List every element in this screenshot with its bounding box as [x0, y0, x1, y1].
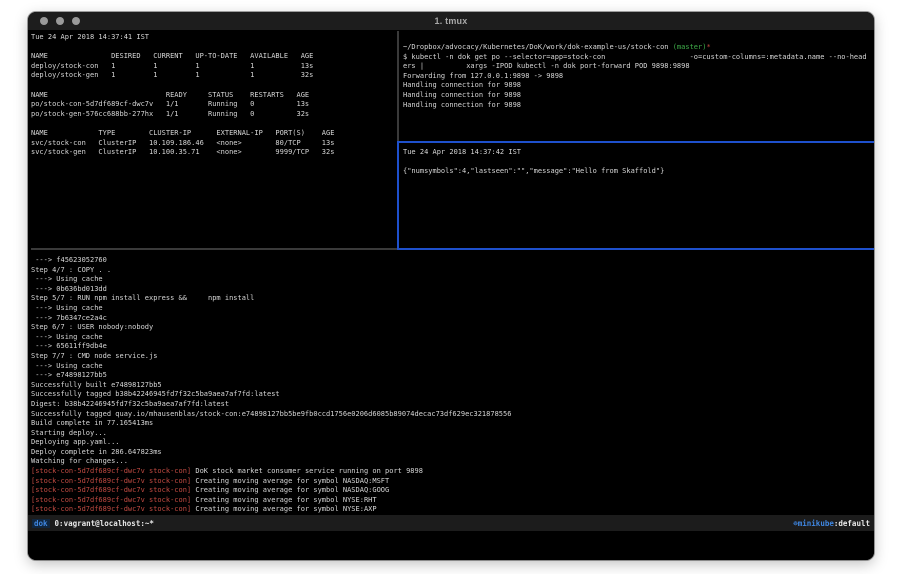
terminal-line: Tue 24 Apr 2018 14:37:42 IST	[403, 148, 872, 158]
terminal-line	[403, 158, 872, 168]
pane-divider-horizontal-inactive	[31, 248, 397, 250]
pane-divider-vertical-active	[397, 141, 399, 250]
close-button-icon[interactable]	[40, 17, 48, 25]
terminal-line: Step 5/7 : RUN npm install express && np…	[31, 294, 871, 304]
terminal-line: ---> f45623052760	[31, 256, 871, 266]
terminal-line: deploy/stock-gen 1 1 1 1 32s	[31, 71, 395, 81]
terminal-line: ---> e74898127bb5	[31, 371, 871, 381]
kube-context: minikube	[798, 519, 834, 528]
terminal-line: Successfully tagged quay.io/mhausenblas/…	[31, 410, 871, 420]
terminal-line: ---> Using cache	[31, 362, 871, 372]
terminal-line: Tue 24 Apr 2018 14:37:41 IST	[31, 33, 395, 43]
pane-curl-output[interactable]: Tue 24 Apr 2018 14:37:42 IST {"numsymbol…	[403, 148, 872, 177]
window-titlebar: 1. tmux	[28, 12, 874, 31]
tmux-window-item[interactable]: 0:vagrant@localhost:~*	[55, 519, 154, 528]
terminal-line: [stock-con-5d7df689cf-dwc7v stock-con] C…	[31, 505, 871, 515]
terminal-line: NAME TYPE CLUSTER-IP EXTERNAL-IP PORT(S)…	[31, 129, 395, 139]
zoom-button-icon[interactable]	[72, 17, 80, 25]
pane-divider-vertical-inactive	[397, 31, 399, 141]
terminal-line: $ kubectl -n dok get po --selector=app=s…	[403, 53, 872, 63]
tmux-session-name[interactable]: dok	[32, 519, 50, 528]
terminal-line: Successfully tagged b38b42246945fd7f32c5…	[31, 390, 871, 400]
terminal-line: NAME READY STATUS RESTARTS AGE	[31, 91, 395, 101]
terminal-line: ---> Using cache	[31, 304, 871, 314]
pane-divider-horizontal-active-bottom	[397, 248, 874, 250]
tmux-terminal: Tue 24 Apr 2018 14:37:41 IST NAME DESIRE…	[28, 31, 874, 560]
terminal-line: Deploy complete in 286.647823ms	[31, 448, 871, 458]
terminal-line: Successfully built e74898127bb5	[31, 381, 871, 391]
terminal-line: Deploying app.yaml...	[31, 438, 871, 448]
terminal-line: ~/Dropbox/advocacy/Kubernetes/DoK/work/d…	[403, 43, 872, 53]
terminal-line: ers | xargs -IPOD kubectl -n dok port-fo…	[403, 62, 872, 72]
terminal-line: Handling connection for 9898	[403, 101, 872, 111]
terminal-line: deploy/stock-con 1 1 1 1 13s	[31, 62, 395, 72]
pane-kubectl-watch[interactable]: Tue 24 Apr 2018 14:37:41 IST NAME DESIRE…	[31, 33, 395, 158]
terminal-line: Forwarding from 127.0.0.1:9898 -> 9898	[403, 72, 872, 82]
terminal-line: svc/stock-con ClusterIP 10.109.186.46 <n…	[31, 139, 395, 149]
terminal-line: po/stock-gen-576cc688bb-277hx 1/1 Runnin…	[31, 110, 395, 120]
terminal-line: Build complete in 77.165413ms	[31, 419, 871, 429]
kube-namespace: :default	[834, 519, 870, 528]
terminal-line: po/stock-con-5d7df689cf-dwc7v 1/1 Runnin…	[31, 100, 395, 110]
terminal-line: ---> Using cache	[31, 275, 871, 285]
terminal-line: Starting deploy...	[31, 429, 871, 439]
terminal-line: [stock-con-5d7df689cf-dwc7v stock-con] C…	[31, 486, 871, 496]
traffic-lights	[40, 17, 80, 25]
terminal-line: Step 7/7 : CMD node service.js	[31, 352, 871, 362]
terminal-line: [stock-con-5d7df689cf-dwc7v stock-con] D…	[31, 467, 871, 477]
terminal-line: Step 4/7 : COPY . .	[31, 266, 871, 276]
terminal-line: Watching for changes...	[31, 457, 871, 467]
terminal-line: ---> 0b636bd013dd	[31, 285, 871, 295]
terminal-line: [stock-con-5d7df689cf-dwc7v stock-con] C…	[31, 496, 871, 506]
terminal-line: ---> 7b6347ce2a4c	[31, 314, 871, 324]
pane-port-forward[interactable]: ~/Dropbox/advocacy/Kubernetes/DoK/work/d…	[403, 43, 872, 110]
terminal-line	[31, 119, 395, 129]
terminal-line: svc/stock-gen ClusterIP 10.100.35.71 <no…	[31, 148, 395, 158]
terminal-line: ---> Using cache	[31, 333, 871, 343]
pane-divider-horizontal-active-top	[397, 141, 874, 143]
terminal-line: Step 6/7 : USER nobody:nobody	[31, 323, 871, 333]
terminal-line: [stock-con-5d7df689cf-dwc7v stock-con] C…	[31, 477, 871, 487]
tmux-status-bar: dok 0:vagrant@localhost:~* ☸ minikube :d…	[28, 515, 874, 531]
terminal-line	[31, 43, 395, 53]
terminal-line	[31, 81, 395, 91]
terminal-line: {"numsymbols":4,"lastseen":"","message":…	[403, 167, 872, 177]
terminal-line: Handling connection for 9898	[403, 91, 872, 101]
minimize-button-icon[interactable]	[56, 17, 64, 25]
terminal-window: 1. tmux Tue 24 Apr 2018 14:37:41 IST NAM…	[28, 12, 874, 560]
terminal-line: ---> 65611ff9db4e	[31, 342, 871, 352]
terminal-line: NAME DESIRED CURRENT UP-TO-DATE AVAILABL…	[31, 52, 395, 62]
terminal-line: Digest: b38b42246945fd7f32c5ba9aea7af7fd…	[31, 400, 871, 410]
pane-skaffold-build[interactable]: ---> f45623052760Step 4/7 : COPY . . ---…	[31, 256, 871, 515]
window-title: 1. tmux	[435, 16, 468, 26]
terminal-line: Handling connection for 9898	[403, 81, 872, 91]
